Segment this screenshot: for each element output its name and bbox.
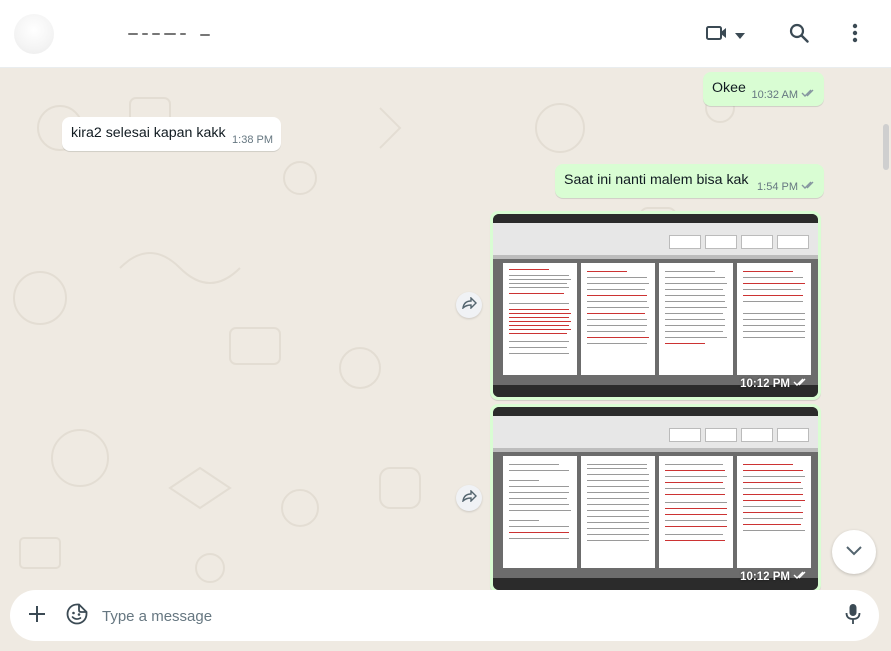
image-message[interactable]: 10:12 PM <box>490 211 821 400</box>
message-meta: 10:12 PM <box>740 377 808 390</box>
message-meta: 1:54 PM <box>757 180 816 193</box>
message-bubble-incoming[interactable]: kira2 selesai kapan kakk 1:38 PM <box>62 117 281 151</box>
microphone-icon <box>845 603 861 630</box>
plus-icon <box>28 605 46 628</box>
message-time: 10:12 PM <box>740 570 790 583</box>
sticker-icon <box>66 603 88 630</box>
chevron-down-icon <box>846 543 862 561</box>
image-thumbnail-document-screenshot[interactable]: 10:12 PM <box>493 407 818 590</box>
attach-button[interactable] <box>24 603 50 629</box>
message-composer <box>10 590 879 641</box>
message-meta: 1:38 PM <box>232 134 273 146</box>
scrollbar-thumb[interactable] <box>883 124 889 170</box>
image-thumbnail-document-screenshot[interactable]: 10:12 PM <box>493 214 818 397</box>
message-text: Okee <box>712 80 746 96</box>
message-time: 1:38 PM <box>232 134 273 146</box>
sticker-button[interactable] <box>64 603 90 629</box>
contact-avatar[interactable] <box>14 14 54 54</box>
message-bubble-outgoing[interactable]: Okee 10:32 AM <box>703 72 824 106</box>
voice-message-button[interactable] <box>840 603 866 629</box>
message-text: kira2 selesai kapan kakk <box>71 125 226 141</box>
chat-header <box>0 0 891 68</box>
composer-bar <box>0 590 891 651</box>
message-input[interactable] <box>102 601 822 631</box>
message-meta: 10:12 PM <box>740 570 808 583</box>
search-button[interactable] <box>784 20 814 50</box>
video-call-button[interactable] <box>700 20 750 50</box>
message-time: 10:12 PM <box>740 377 790 390</box>
video-camera-icon <box>705 23 729 48</box>
image-message[interactable]: 10:12 PM <box>490 404 821 590</box>
kebab-menu-icon <box>852 23 858 48</box>
contact-name-redacted[interactable] <box>128 28 218 40</box>
chat-scrollbar[interactable] <box>881 68 891 590</box>
double-check-icon <box>801 180 816 193</box>
forward-icon <box>461 296 477 314</box>
double-check-icon <box>793 377 808 390</box>
search-icon <box>789 23 809 48</box>
forward-button[interactable] <box>456 292 482 318</box>
menu-button[interactable] <box>842 20 868 50</box>
forward-button[interactable] <box>456 485 482 511</box>
message-time: 1:54 PM <box>757 180 798 193</box>
double-check-icon <box>801 88 816 101</box>
message-list[interactable]: Okee 10:32 AM kira2 selesai kapan kakk 1… <box>0 68 891 590</box>
message-bubble-outgoing[interactable]: Saat ini nanti malem bisa kak 1:54 PM <box>555 164 824 198</box>
forward-icon <box>461 489 477 507</box>
message-time: 10:32 AM <box>751 88 798 101</box>
message-meta: 10:32 AM <box>752 88 816 101</box>
double-check-icon <box>793 570 808 583</box>
caret-down-icon <box>735 26 745 44</box>
message-text: Saat ini nanti malem bisa kak <box>564 172 749 188</box>
scroll-to-bottom-button[interactable] <box>832 530 876 574</box>
